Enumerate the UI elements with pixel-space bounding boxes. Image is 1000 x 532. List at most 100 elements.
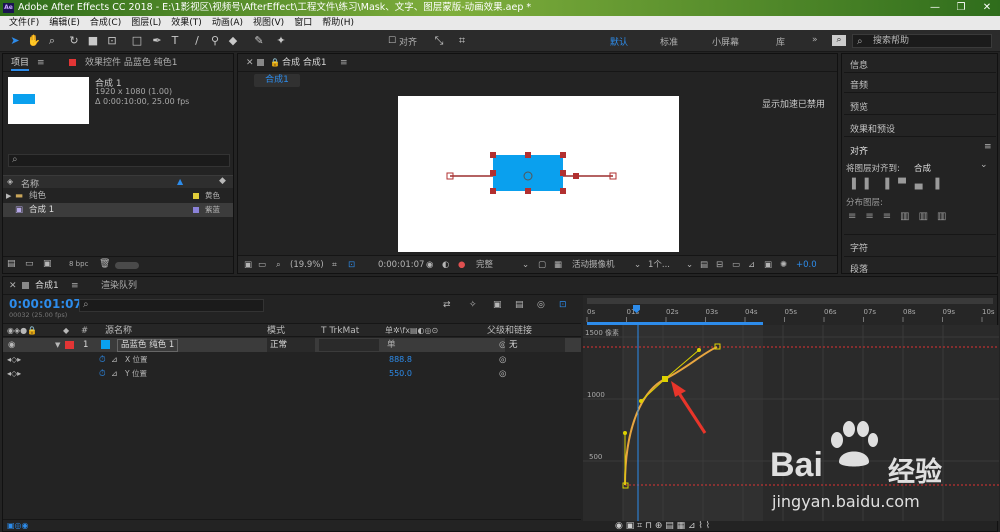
align-checkbox-icon[interactable]: ☐ (385, 34, 399, 48)
frame-blending-icon[interactable]: ▤ (515, 300, 524, 310)
rotate-tool-icon[interactable]: ↻ (67, 34, 81, 48)
preview-panel-tab[interactable]: 预览 (850, 100, 868, 113)
layer-search-input[interactable]: ⌕ (79, 299, 264, 312)
project-item-comp[interactable]: ▣ 合成 1 紫蓝 (3, 203, 233, 217)
zoom-tool-icon[interactable]: ⌕ (45, 34, 59, 48)
channel-icon[interactable]: ● (458, 256, 465, 274)
panel-close-icon[interactable]: ✕ (246, 54, 254, 72)
tab-render-queue[interactable]: 渲染队列 (101, 277, 137, 295)
property-value[interactable]: 888.8 (389, 353, 412, 367)
sort-ascending-icon[interactable]: ▲ (177, 177, 183, 186)
3d-view-icon[interactable]: ▣ (764, 256, 772, 274)
hand-tool-icon[interactable]: ✋ (27, 34, 41, 48)
snap-options-icon[interactable]: ⌗ (455, 34, 469, 48)
graph-footer-icons[interactable]: ◉ ▣ ⌗ ⊓ ⊕ ▤ ▦ ⊿ ⌇ ⌇ (615, 521, 710, 531)
workspace-small-screen[interactable]: 小屏幕 (712, 35, 739, 48)
paragraph-panel-tab[interactable]: 段落 (850, 262, 868, 275)
layer-label-swatch[interactable] (65, 341, 74, 349)
comp-canvas[interactable] (398, 96, 679, 252)
grid-icon[interactable]: ⌗ (332, 256, 337, 274)
dropdown-arrow-icon[interactable]: ⌄ (980, 160, 988, 170)
keyframe-middle[interactable] (662, 376, 668, 382)
info-panel-tab[interactable]: 信息 (850, 58, 868, 71)
workspace-more-button[interactable]: » (812, 35, 818, 45)
comp-subtab[interactable]: 合成1 (254, 74, 300, 87)
parent-header[interactable]: 父级和链接 (487, 324, 532, 338)
audio-panel-tab[interactable]: 音频 (850, 78, 868, 91)
panel-menu-icon[interactable]: ≡ (71, 277, 79, 295)
workspace-library[interactable]: 库 (776, 35, 785, 48)
character-panel-tab[interactable]: 字符 (850, 241, 868, 254)
layer-name[interactable]: 品蓝色 纯色 1 (117, 339, 179, 352)
brush-tool-icon[interactable]: / (190, 34, 204, 48)
layer-mode-dropdown[interactable]: 正常 (267, 338, 315, 352)
trkmat-header[interactable]: T TrkMat (321, 324, 359, 338)
tab-composition[interactable]: 合成 合成1 (282, 54, 327, 72)
monitor-icon[interactable]: ▭ (258, 256, 266, 274)
effects-presets-panel-tab[interactable]: 效果和预设 (850, 122, 895, 135)
viewer-timecode[interactable]: 0:00:01:07 (378, 256, 424, 274)
lock-icon[interactable]: 🔒 (270, 54, 280, 72)
tab-project[interactable]: 项目 (11, 54, 30, 71)
snapshot-icon[interactable]: ◉ (426, 256, 433, 274)
camera-dropdown[interactable]: 活动摄像机 (572, 256, 615, 274)
bit-depth-button[interactable]: 8 bpc (69, 260, 88, 268)
menu-file[interactable]: 文件(F) (4, 16, 44, 30)
menu-animation[interactable]: 动画(A) (207, 16, 248, 30)
pan-behind-tool-icon[interactable]: ⊡ (105, 34, 119, 48)
project-item-folder[interactable]: ▶ ▬ 纯色 黄色 (3, 189, 233, 203)
expression-pick-whip-icon[interactable]: ◎ (499, 353, 506, 367)
resolution-dropdown[interactable]: 完整 (476, 256, 493, 274)
expand-arrow-icon[interactable]: ▶ (6, 189, 11, 203)
blue-solid-layer[interactable] (493, 155, 563, 191)
menu-help[interactable]: 帮助(H) (317, 16, 359, 30)
transparency-grid-icon[interactable]: ▦ (554, 256, 562, 274)
new-comp-icon[interactable]: ▣ (43, 259, 52, 269)
panel-menu-icon[interactable]: ≡ (37, 54, 45, 72)
menu-view[interactable]: 视图(V) (248, 16, 289, 30)
help-search-input[interactable]: 搜索帮助 (852, 34, 992, 48)
bezier-handle[interactable] (639, 399, 643, 403)
workspace-standard[interactable]: 标准 (660, 35, 678, 48)
graph-editor-icon[interactable]: ⊡ (559, 300, 567, 310)
layer-visibility-icon[interactable]: ◉ (8, 338, 15, 352)
time-ruler[interactable]: 0s 01s 02s 03s 04s 05s 06s 07s 08s 09s 10s (583, 295, 997, 325)
parent-dropdown[interactable]: 无 (505, 338, 565, 352)
comp-mini-flowchart-icon[interactable]: ⇄ (443, 300, 451, 310)
shy-layers-icon[interactable]: ▣ (493, 300, 502, 310)
maximize-button[interactable]: ❐ (948, 0, 974, 16)
timeline-timecode[interactable]: 0:00:01:07 (9, 297, 82, 311)
always-preview-icon[interactable]: ▣ (244, 256, 252, 274)
interpret-footage-icon[interactable]: ▤ (7, 259, 16, 269)
timeline-footer-icons[interactable]: ▣◎◉ (7, 521, 29, 530)
property-row-x-position[interactable]: ◂◇▸ ⏱ ⊿ X 位置 888.8 ◎ (3, 353, 581, 367)
panel-close-icon[interactable]: ✕ (9, 277, 17, 295)
bezier-handle[interactable] (697, 348, 701, 352)
tab-timeline-comp[interactable]: 合成1 (35, 277, 59, 295)
minimize-button[interactable]: — (922, 0, 948, 16)
property-value[interactable]: 550.0 (389, 367, 412, 381)
menu-layer[interactable]: 图层(L) (126, 16, 166, 30)
tab-effect-controls[interactable]: 效果控件 品蓝色 纯色1 (85, 54, 177, 72)
new-folder-icon[interactable]: ▭ (25, 259, 34, 269)
puppet-tool-icon[interactable]: ✦ (274, 34, 288, 48)
panel-menu-icon[interactable]: ≡ (984, 142, 992, 152)
dropdown-arrow-icon[interactable]: ⌄ (686, 256, 693, 274)
collapse-arrow-icon[interactable]: ▼ (55, 338, 60, 352)
zoom-dropdown[interactable]: (19.9%) (290, 256, 324, 274)
roi-icon[interactable]: ▢ (538, 256, 546, 274)
menu-window[interactable]: 窗口 (289, 16, 317, 30)
snap-icon[interactable]: ⤡ (432, 34, 446, 48)
toggle-pixel-icon[interactable]: ▤ (700, 256, 708, 274)
graph-toggle-icon[interactable]: ⊿ (111, 353, 118, 367)
expression-pick-whip-icon[interactable]: ◎ (499, 367, 506, 381)
roto-brush-tool-icon[interactable]: ✎ (252, 34, 266, 48)
distribute-buttons[interactable]: ≡≡≡▥▥▥ (848, 211, 994, 223)
workspace-default[interactable]: 默认 (610, 35, 628, 48)
stopwatch-icon[interactable]: ⏱ (99, 353, 106, 367)
show-snapshot-icon[interactable]: ◐ (442, 256, 449, 274)
selection-tool-icon[interactable]: ➤ (8, 34, 22, 48)
mode-header[interactable]: 模式 (267, 324, 285, 338)
region-icon[interactable]: ⊡ (348, 256, 355, 274)
menu-composition[interactable]: 合成(C) (85, 16, 126, 30)
